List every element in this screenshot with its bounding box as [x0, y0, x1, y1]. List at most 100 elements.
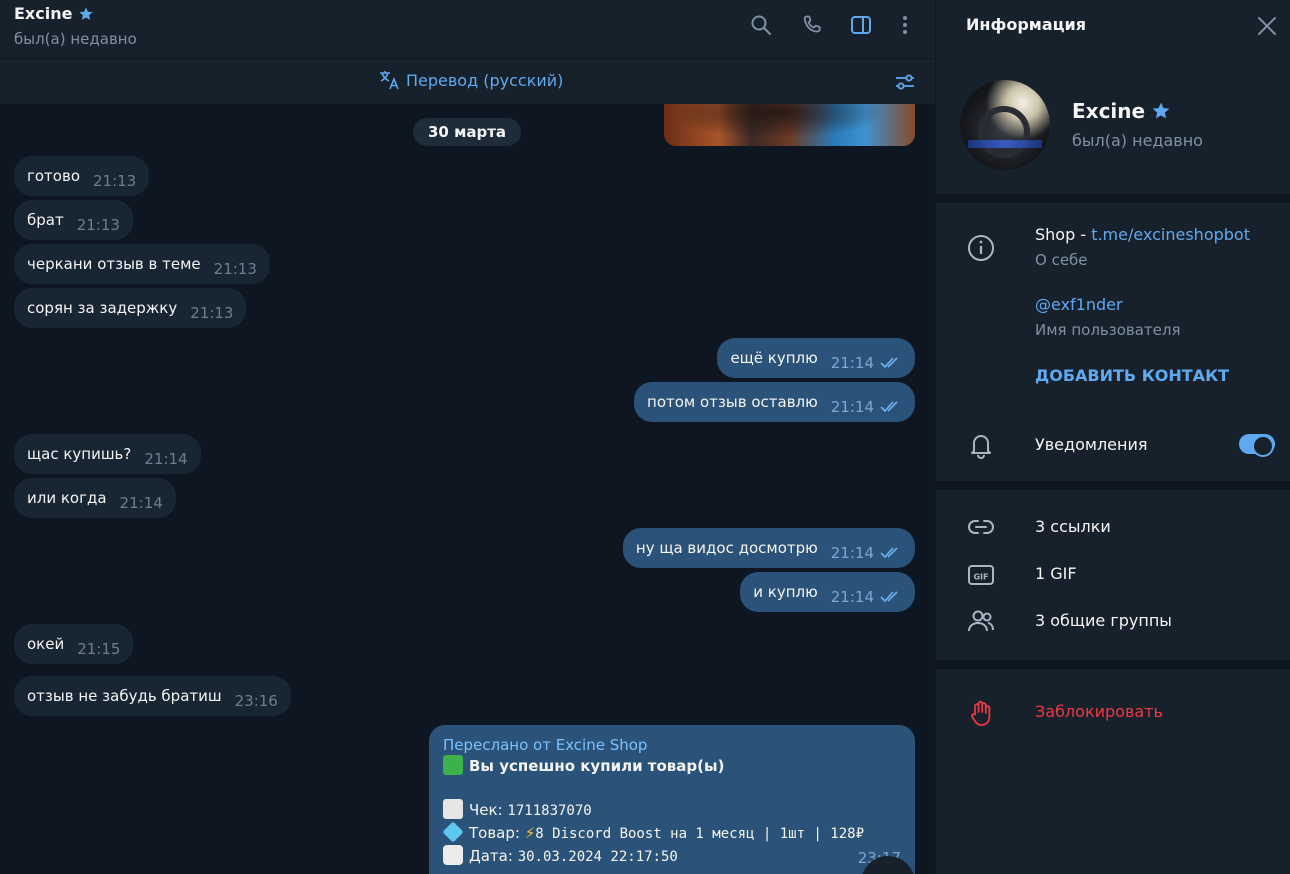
- search-icon[interactable]: [749, 13, 773, 37]
- message-bubble[interactable]: черкани отзыв в теме 21:13: [14, 244, 270, 284]
- message-bubble[interactable]: или когда 21:14: [14, 478, 176, 518]
- block-user-button[interactable]: Заблокировать: [1035, 702, 1163, 721]
- lightning-emoji-icon: ⚡: [524, 824, 536, 842]
- chat-area: Excine был(а) недавно Перевод (русский) …: [0, 0, 935, 874]
- chat-name: Excine: [14, 4, 73, 23]
- message-text: ещё куплю: [730, 349, 818, 367]
- message-text: отзыв не забудь братиш: [27, 687, 222, 705]
- message-bubble[interactable]: окей 21:15: [14, 624, 134, 664]
- message-text: и куплю: [753, 583, 818, 601]
- avatar[interactable]: [960, 80, 1050, 170]
- message-list[interactable]: 30 марта готово 21:13 брат 21:13 черкани о…: [0, 104, 935, 874]
- message-bubble[interactable]: потом отзыв оставлю 21:14: [634, 382, 915, 422]
- message-text: щас купишь?: [27, 445, 132, 463]
- item-line: Товар: ⚡8 Discord Boost на 1 месяц | 1шт…: [442, 821, 901, 845]
- message-bubble[interactable]: и куплю 21:14: [740, 572, 915, 612]
- info-panel: Информация Excine был(а) недавно Shop - …: [935, 0, 1290, 874]
- message-bubble[interactable]: готово 21:13: [14, 156, 150, 196]
- chat-header[interactable]: Excine был(а) недавно: [0, 0, 935, 58]
- bio-text: Shop - t.me/excineshopbot: [1035, 225, 1250, 244]
- date-divider: 30 марта: [413, 118, 522, 146]
- check-mark-emoji-icon: [443, 755, 463, 775]
- premium-star-icon: [79, 6, 94, 20]
- section-divider: [936, 481, 1290, 490]
- date-line: Дата: 30.03.2024 22:17:50: [443, 845, 901, 868]
- add-contact-button[interactable]: ДОБАВИТЬ КОНТАКТ: [1035, 366, 1229, 385]
- close-icon[interactable]: [1256, 15, 1278, 37]
- gem-emoji-icon: [442, 821, 464, 843]
- read-checkmarks-icon: [880, 357, 898, 369]
- message-text: готово: [27, 167, 80, 185]
- message-time: 21:14: [830, 354, 874, 372]
- block-hand-icon: [966, 698, 996, 728]
- message-text: потом отзыв оставлю: [647, 393, 818, 411]
- message-time: 21:13: [93, 172, 137, 190]
- read-checkmarks-icon: [880, 401, 898, 413]
- svg-text:GIF: GIF: [973, 573, 988, 582]
- message-bubble[interactable]: брат 21:13: [14, 200, 133, 240]
- translate-settings-icon[interactable]: [893, 70, 917, 94]
- section-divider: [936, 660, 1290, 669]
- shared-gifs[interactable]: 1 GIF: [1035, 564, 1077, 583]
- premium-star-icon: [1152, 102, 1170, 119]
- message-text: ну ща видос досмотрю: [635, 539, 818, 557]
- message-bubble[interactable]: щас купишь? 21:14: [14, 434, 201, 474]
- read-checkmarks-icon: [880, 591, 898, 603]
- purchase-headline: Вы успешно купили товар(ы): [443, 755, 901, 777]
- bio-caption: О себе: [1035, 251, 1088, 269]
- message-text: черкани отзыв в теме: [27, 255, 201, 273]
- message-time: 21:13: [190, 304, 234, 322]
- message-bubble[interactable]: ещё куплю 21:14: [717, 338, 915, 378]
- profile-name: Excine: [1072, 99, 1171, 123]
- message-time: 21:13: [213, 260, 257, 278]
- username-caption: Имя пользователя: [1035, 321, 1181, 339]
- chat-status: был(а) недавно: [14, 30, 137, 48]
- link-icon: [966, 512, 996, 542]
- chat-title[interactable]: Excine: [14, 4, 94, 23]
- translate-bar: Перевод (русский): [0, 58, 935, 104]
- photo-message[interactable]: [664, 104, 915, 146]
- message-time: 23:16: [234, 692, 278, 710]
- message-bubble[interactable]: ну ща видос досмотрю 21:14: [622, 528, 915, 568]
- message-bubble[interactable]: сорян за задержку 21:13: [14, 288, 247, 328]
- receipt-line: Чек: 1711837070: [443, 799, 901, 822]
- forwarded-message[interactable]: Переслано от Excine Shop Вы успешно купи…: [429, 725, 915, 874]
- receipt-emoji-icon: [443, 799, 463, 819]
- forwarded-from[interactable]: Переслано от Excine Shop: [443, 735, 901, 755]
- profile-status: был(а) недавно: [1072, 131, 1203, 150]
- message-time: 21:15: [77, 640, 121, 658]
- more-vertical-icon[interactable]: [893, 13, 917, 37]
- message-time: 21:14: [144, 450, 188, 468]
- gif-icon: GIF: [966, 560, 996, 590]
- message-time: 21:13: [76, 216, 120, 234]
- phone-icon[interactable]: [800, 13, 824, 37]
- message-bubble[interactable]: отзыв не забудь братиш 23:16: [14, 676, 291, 716]
- message-text: сорян за задержку: [27, 299, 178, 317]
- bell-icon: [966, 430, 996, 460]
- shared-links[interactable]: 3 ссылки: [1035, 517, 1111, 536]
- message-time: 21:14: [830, 588, 874, 606]
- notifications-toggle[interactable]: [1239, 434, 1275, 457]
- bio-link[interactable]: t.me/excineshopbot: [1091, 225, 1250, 244]
- groups-icon: [966, 606, 996, 636]
- purchase-date: 30.03.2024 22:17:50: [517, 849, 678, 865]
- sidebar-toggle-icon[interactable]: [849, 13, 873, 37]
- message-text: или когда: [27, 489, 107, 507]
- translate-label: Перевод (русский): [406, 70, 564, 90]
- dice-emoji-icon: [443, 845, 463, 865]
- message-time: 21:14: [830, 398, 874, 416]
- item-value: 8 Discord Boost на 1 месяц | 1шт | 128₽: [535, 826, 865, 842]
- common-groups[interactable]: 3 общие группы: [1035, 611, 1172, 630]
- receipt-number: 1711837070: [507, 803, 592, 819]
- translate-icon: [380, 71, 399, 90]
- info-panel-title: Информация: [966, 15, 1086, 34]
- translate-button[interactable]: Перевод (русский): [378, 69, 563, 91]
- username-link[interactable]: @exf1nder: [1035, 295, 1123, 314]
- message-time: 21:14: [119, 494, 163, 512]
- read-checkmarks-icon: [880, 547, 898, 559]
- message-time: 21:14: [830, 544, 874, 562]
- info-icon: [966, 233, 996, 263]
- notifications-label: Уведомления: [1035, 435, 1148, 454]
- message-text: брат: [27, 211, 64, 229]
- message-text: окей: [27, 635, 65, 653]
